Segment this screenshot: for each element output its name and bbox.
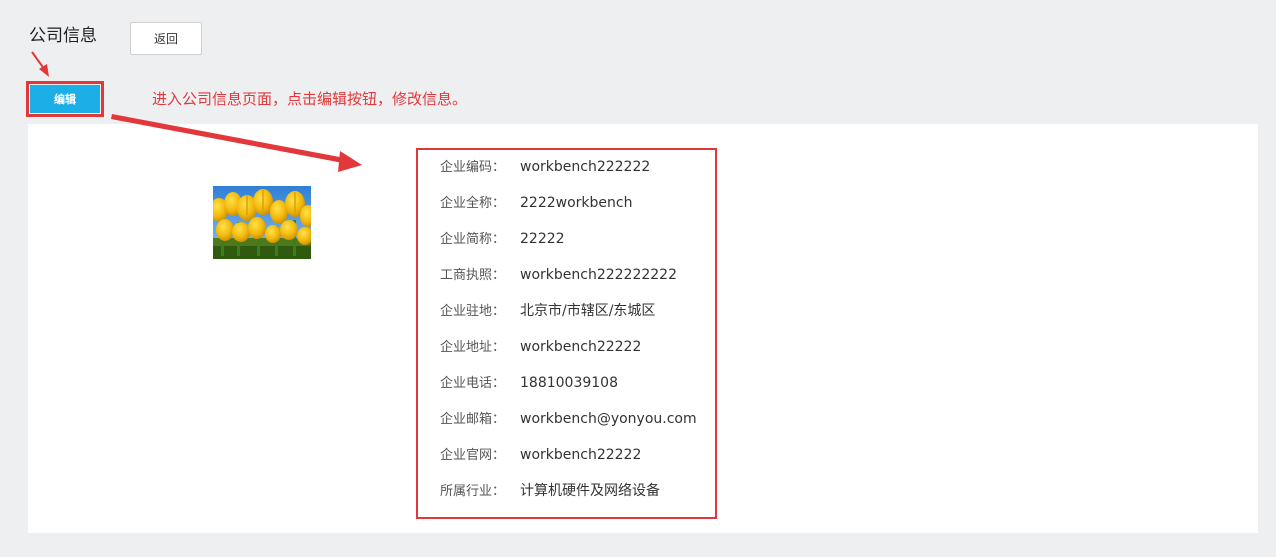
arrow-to-edit-icon [31,51,49,77]
field-value: 计算机硬件及网络设备 [520,483,660,499]
field-label: 所属行业： [440,484,506,499]
field-value: 北京市/市辖区/东城区 [520,303,656,319]
field-value: workbench22222 [520,447,642,463]
field-label: 企业电话： [440,376,506,391]
field-label: 企业驻地： [440,304,506,319]
back-button[interactable]: 返回 [130,22,202,55]
info-row-industry: 所属行业： 计算机硬件及网络设备 [440,481,660,501]
info-row-company-code: 企业编码： workbench222222 [440,157,650,177]
info-row-address: 企业地址： workbench22222 [440,337,641,357]
field-label: 企业官网： [440,448,506,463]
info-row-email: 企业邮箱： workbench@yonyou.com [440,409,697,429]
field-label: 企业邮箱： [440,412,506,427]
field-value: workbench222222222 [520,267,677,283]
field-value: 18810039108 [520,375,618,391]
edit-button[interactable]: 编辑 [30,85,100,113]
field-value: 22222 [520,231,565,247]
field-value: workbench222222 [520,159,651,175]
field-label: 企业地址： [440,340,506,355]
info-row-short-name: 企业简称： 22222 [440,229,565,249]
annotation-text: 进入公司信息页面，点击编辑按钮，修改信息。 [152,90,468,108]
field-label: 企业编码： [440,160,506,175]
info-row-phone: 企业电话： 18810039108 [440,373,618,393]
info-row-location: 企业驻地： 北京市/市辖区/东城区 [440,301,655,321]
field-label: 企业全称： [440,196,506,211]
company-logo-image [213,186,311,259]
info-row-website: 企业官网： workbench22222 [440,445,641,465]
info-row-business-license: 工商执照： workbench222222222 [440,265,677,285]
field-value: workbench22222 [520,339,642,355]
info-row-full-name: 企业全称： 2222workbench [440,193,632,213]
tulip-photo [213,186,311,259]
field-label: 企业简称： [440,232,506,247]
field-value: workbench@yonyou.com [520,411,697,427]
page-title: 公司信息 [29,26,97,46]
field-label: 工商执照： [440,268,506,283]
field-value: 2222workbench [520,195,633,211]
